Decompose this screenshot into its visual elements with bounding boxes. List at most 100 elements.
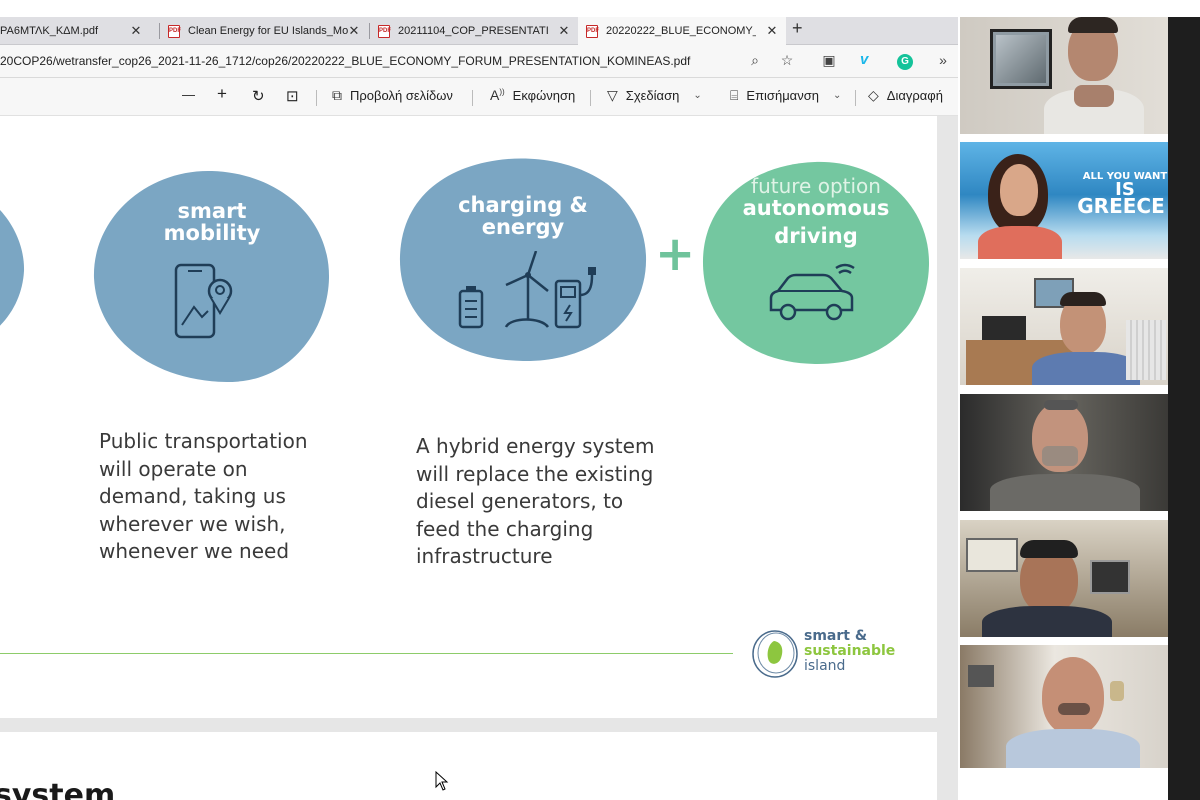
highlight-label: Επισήμανση bbox=[746, 88, 819, 103]
participant-tile-4[interactable] bbox=[960, 394, 1168, 511]
description-line: wherever we wish, bbox=[99, 511, 286, 536]
description-line: will operate on bbox=[99, 456, 248, 481]
close-icon[interactable]: ✕ bbox=[764, 23, 780, 39]
tab-3[interactable]: PDF 20211104_COP_PRESENTATION_... ✕ bbox=[370, 17, 578, 45]
video-call-panel: ALL YOU WANT IS GREECE bbox=[958, 17, 1200, 800]
title-line: smart bbox=[177, 199, 247, 223]
pdf-toolbar: — + ↻ ⊡ ⧉ Προβολή σελίδων A)) Εκφώνηση ▽… bbox=[0, 78, 960, 116]
background-banner-text: GREECE bbox=[1072, 194, 1168, 218]
tab-title: 20211104_COP_PRESENTATION_... bbox=[398, 25, 548, 37]
close-icon[interactable]: ✕ bbox=[128, 23, 144, 39]
pdf-icon: PDF bbox=[168, 24, 181, 38]
mobility-description: Public transportation will operate on de… bbox=[99, 428, 308, 566]
erase-label: Διαγραφή bbox=[886, 88, 943, 103]
zoom-in-button[interactable]: + bbox=[217, 84, 227, 104]
title-line: energy bbox=[481, 215, 565, 240]
autonomous-driving-title: future option autonomous driving bbox=[700, 174, 932, 249]
eraser-icon: ◇ bbox=[868, 87, 879, 103]
tab-title: 20220222_BLUE_ECONOMY_FOR... bbox=[606, 25, 756, 37]
new-tab-button[interactable]: + bbox=[792, 18, 803, 39]
tab-title: ΡΑ6ΜΤΛΚ_ΚΔΜ.pdf bbox=[0, 25, 99, 37]
read-aloud-button[interactable]: A)) Εκφώνηση bbox=[490, 87, 575, 103]
description-line: whenever we need bbox=[99, 539, 290, 563]
window-top-strip bbox=[0, 0, 1200, 17]
charging-energy-title: charging & energy bbox=[398, 194, 648, 238]
read-aloud-icon: A)) bbox=[490, 87, 505, 103]
mouse-cursor-icon bbox=[435, 771, 449, 791]
participant-tile-1[interactable] bbox=[960, 17, 1168, 134]
logo-line: island bbox=[804, 658, 846, 674]
tab-2[interactable]: PDF Clean Energy for EU Islands_Mo... ✕ bbox=[160, 17, 368, 45]
draw-label: Σχεδίαση bbox=[625, 88, 680, 103]
close-icon[interactable]: ✕ bbox=[346, 23, 362, 39]
chevron-right-icon[interactable]: » bbox=[934, 52, 952, 68]
draw-icon: ▽ bbox=[607, 87, 618, 103]
pdf-page: smart mobility charging & energy + futur… bbox=[0, 116, 937, 718]
fit-page-button[interactable]: ⊡ bbox=[286, 87, 299, 105]
logo-mark bbox=[752, 630, 798, 678]
participant-tile-6[interactable] bbox=[960, 645, 1168, 768]
title-line: autonomous bbox=[742, 196, 890, 220]
description-line: will replace the existing bbox=[416, 461, 654, 486]
tab-title: Clean Energy for EU Islands_Mo... bbox=[188, 25, 348, 37]
zoom-out-button[interactable]: — bbox=[182, 87, 195, 102]
tab-4-active[interactable]: PDF 20220222_BLUE_ECONOMY_FOR... ✕ bbox=[578, 17, 786, 45]
browser-tab-bar: ΡΑ6ΜΤΛΚ_ΚΔΜ.pdf ✕ PDF Clean Energy for E… bbox=[0, 17, 960, 45]
description-line: A hybrid energy system bbox=[416, 434, 655, 458]
smart-mobility-blob: smart mobility bbox=[92, 168, 332, 386]
participant-tile-5[interactable] bbox=[960, 520, 1168, 637]
highlight-button[interactable]: ⌸ Επισήμανση ⌄ bbox=[730, 87, 841, 104]
pdf-icon: PDF bbox=[586, 24, 599, 38]
draw-button[interactable]: ▽ Σχεδίαση ⌄ bbox=[607, 87, 702, 104]
logo-line: smart & bbox=[804, 628, 868, 644]
description-line: demand, taking us bbox=[99, 484, 286, 508]
next-page-heading-fragment: system bbox=[0, 778, 116, 800]
page-view-button[interactable]: ⧉ Προβολή σελίδων bbox=[332, 87, 453, 104]
page-view-icon: ⧉ bbox=[332, 87, 342, 103]
chevron-down-icon[interactable]: ⌄ bbox=[833, 90, 841, 101]
participant-tile-3[interactable] bbox=[960, 268, 1168, 385]
title-line: charging & bbox=[458, 193, 588, 217]
erase-button[interactable]: ◇ Διαγραφή bbox=[868, 87, 943, 104]
autonomous-driving-blob: future option autonomous driving bbox=[700, 160, 932, 366]
logo-line: sustainable bbox=[804, 643, 896, 659]
tab-1[interactable]: ΡΑ6ΜΤΛΚ_ΚΔΜ.pdf ✕ bbox=[0, 17, 150, 45]
description-line: Public transportation bbox=[99, 429, 308, 453]
car-icon bbox=[769, 263, 855, 321]
highlight-icon: ⌸ bbox=[730, 87, 739, 103]
logo-text: smart & sustainable island bbox=[804, 629, 895, 674]
smart-mobility-title: smart mobility bbox=[92, 200, 332, 244]
participant-tile-2[interactable]: ALL YOU WANT IS GREECE bbox=[960, 142, 1168, 259]
rotate-button[interactable]: ↻ bbox=[252, 87, 265, 105]
phone-map-icon bbox=[174, 263, 233, 339]
description-line: infrastructure bbox=[416, 544, 553, 568]
wind-turbine-charger-icon bbox=[458, 251, 596, 329]
url-field[interactable]: 20COP26/wetransfer_cop26_2021-11-26_1712… bbox=[0, 54, 690, 68]
panel-dark-strip bbox=[1168, 17, 1200, 800]
read-aloud-label: Εκφώνηση bbox=[512, 87, 576, 103]
description-line: diesel generators, to bbox=[416, 489, 624, 513]
pdf-document-area[interactable]: smart mobility charging & energy + futur… bbox=[0, 116, 960, 800]
zoom-icon[interactable]: ⌕ bbox=[746, 52, 764, 69]
chevron-down-icon[interactable]: ⌄ bbox=[693, 90, 701, 101]
extension-icon[interactable]: ▣ bbox=[820, 52, 838, 69]
future-option-label: future option bbox=[751, 174, 881, 198]
energy-description: A hybrid energy system will replace the … bbox=[416, 433, 654, 571]
title-line: mobility bbox=[163, 221, 261, 246]
close-icon[interactable]: ✕ bbox=[556, 23, 572, 39]
charging-energy-blob: charging & energy bbox=[398, 156, 648, 364]
description-line: feed the charging bbox=[416, 516, 594, 541]
address-bar: 20COP26/wetransfer_cop26_2021-11-26_1712… bbox=[0, 45, 960, 78]
grammarly-extension-icon[interactable]: G bbox=[897, 54, 913, 70]
pdf-page-next: system bbox=[0, 732, 937, 800]
title-line: driving bbox=[774, 224, 858, 249]
vimeo-extension-icon[interactable]: v bbox=[860, 51, 868, 68]
banner-line: GREECE bbox=[1077, 194, 1165, 218]
scrollbar[interactable] bbox=[937, 116, 960, 800]
partial-blue-blob bbox=[0, 210, 25, 326]
plus-sign: + bbox=[655, 226, 696, 282]
favorite-star-icon[interactable]: ☆ bbox=[778, 52, 796, 69]
pdf-icon: PDF bbox=[378, 24, 391, 38]
page-view-label: Προβολή σελίδων bbox=[350, 88, 453, 103]
divider-line bbox=[0, 653, 733, 654]
